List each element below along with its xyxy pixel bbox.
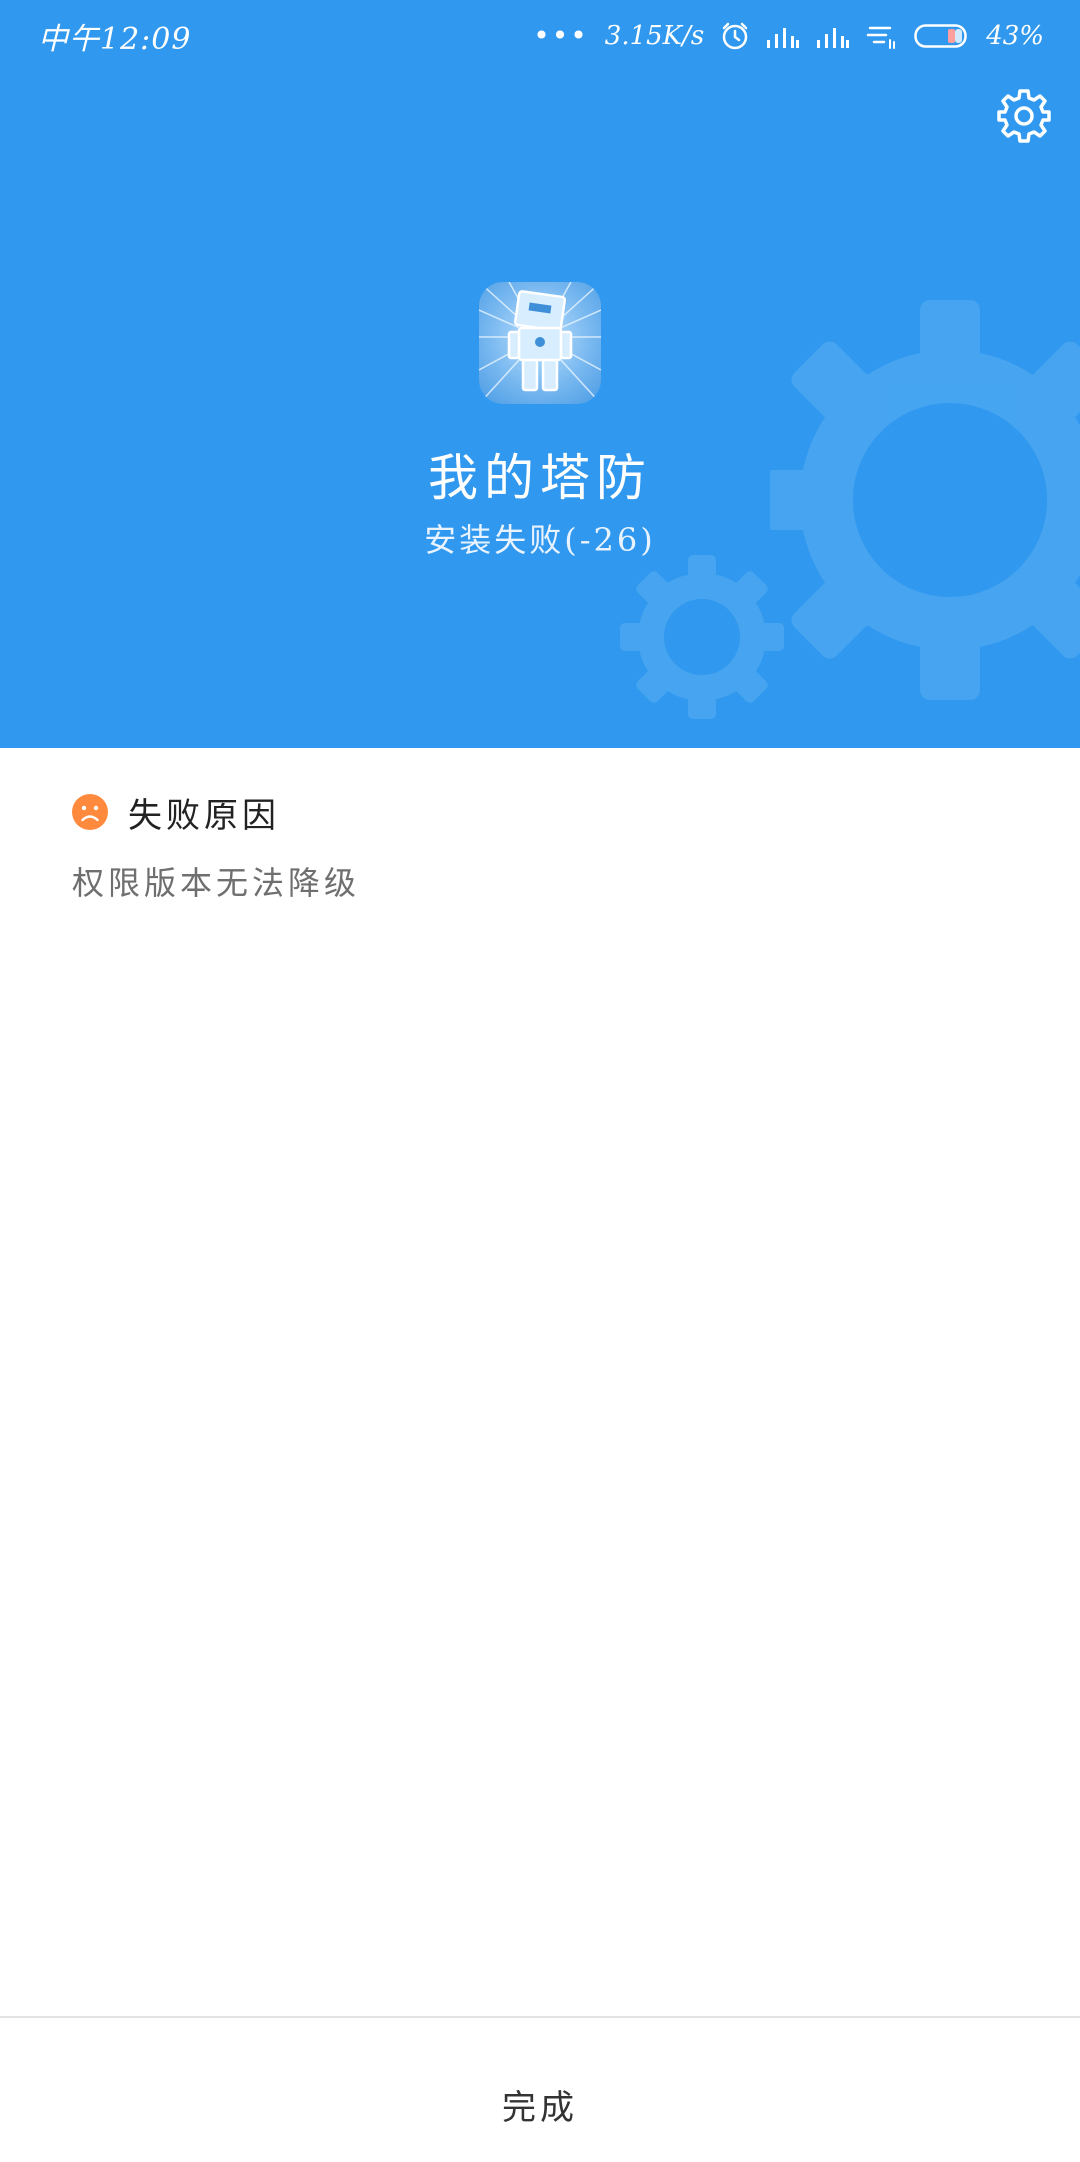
done-button[interactable]: 完成 <box>0 2018 1080 2162</box>
install-result-header: 中午12:09 ••• 3.15K/s 43% 我的塔防 安装失败(-26) <box>0 0 1080 748</box>
sad-face-icon <box>72 794 108 830</box>
alarm-icon <box>722 22 748 50</box>
robot-icon <box>479 282 601 404</box>
network-speed: 3.15K/s <box>604 21 705 51</box>
footer-bar: 完成 <box>0 2016 1080 2162</box>
app-icon <box>479 282 601 404</box>
battery-percent: 43% <box>986 21 1044 51</box>
gear-icon <box>997 89 1051 143</box>
status-bar: 中午12:09 ••• 3.15K/s 43% <box>0 0 1080 72</box>
status-indicators: ••• 3.15K/s 43% <box>533 14 1044 58</box>
failure-reason-title: 失败原因 <box>128 795 280 836</box>
status-time: 中午12:09 <box>38 22 192 57</box>
signal-icon <box>817 28 850 48</box>
failure-reason-header: 失败原因 <box>72 786 1008 838</box>
failure-reason-text: 权限版本无法降级 <box>72 864 361 902</box>
settings-button[interactable] <box>996 88 1052 144</box>
wifi-icon <box>866 26 896 49</box>
install-status: 安装失败(-26) <box>424 521 656 559</box>
small-gear-decoration-icon <box>620 555 784 719</box>
failure-reason-section: 失败原因 权限版本无法降级 <box>72 786 1008 904</box>
signal-icon <box>767 28 800 48</box>
app-name: 我的塔防 <box>428 449 652 507</box>
battery-icon <box>914 24 967 48</box>
more-notifications-indicator: ••• <box>533 19 589 52</box>
